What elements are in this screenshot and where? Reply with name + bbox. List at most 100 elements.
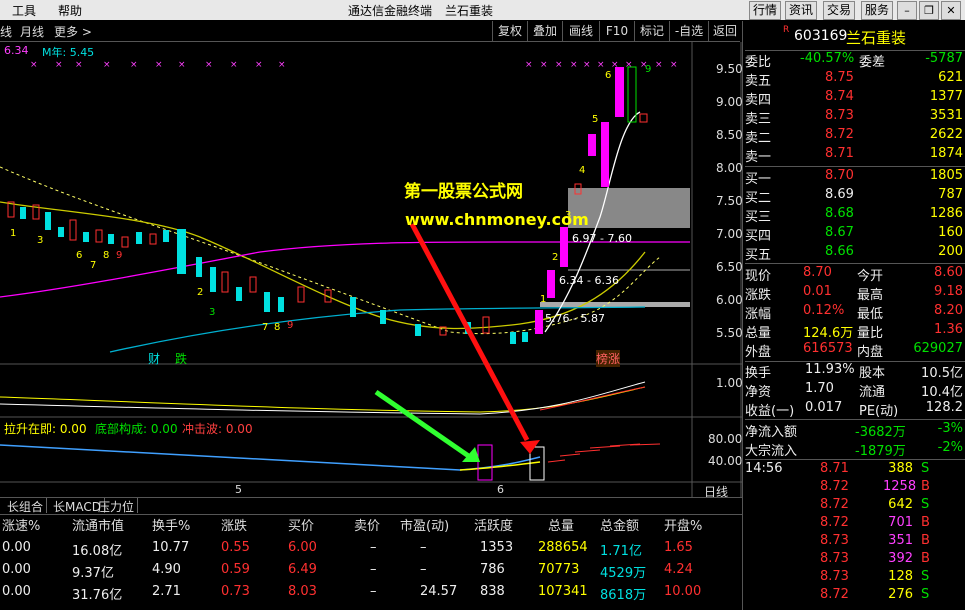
- table-cell: 6.49: [288, 562, 317, 577]
- orderbook-row[interactable]: 买四 8.67 160: [745, 225, 965, 244]
- col-header[interactable]: 总量: [548, 515, 574, 534]
- close-icon[interactable]: ✕: [941, 1, 961, 20]
- col-header[interactable]: 卖价: [354, 515, 380, 534]
- event-label-finance[interactable]: 财: [148, 350, 160, 367]
- table-cell: 4529万: [600, 566, 647, 581]
- stat-row: 净资 1.70 流通 10.4亿: [745, 381, 965, 400]
- table-cell: 786: [480, 562, 505, 577]
- service-button[interactable]: 服务: [861, 1, 893, 20]
- ma-label-1: 6.34: [4, 44, 29, 57]
- orderbook-row[interactable]: 卖四 8.74 1377: [745, 89, 965, 108]
- stat-label: 内盘: [857, 345, 884, 360]
- price-axis: 9.50 9.00 8.50 8.00 7.50 7.00 6.50 6.00 …: [716, 53, 743, 350]
- table-cell: 31.76亿: [72, 588, 123, 603]
- col-header[interactable]: 买价: [288, 515, 314, 534]
- event-label-rise[interactable]: 榜涨: [596, 350, 621, 367]
- col-header[interactable]: 开盘%: [664, 515, 702, 534]
- restore-icon[interactable]: ❐: [919, 1, 939, 20]
- event-label-drop[interactable]: 跌: [175, 350, 187, 367]
- svg-text:×: ×: [30, 60, 38, 70]
- table-row[interactable]: 0.00 31.76亿 2.71 0.73 8.03 – 24.57 838 107341 861…: [0, 582, 742, 603]
- table-cell: 288654: [538, 540, 588, 555]
- orderbook-row[interactable]: 卖二 8.72 2622: [745, 127, 965, 146]
- tick-side: S: [921, 569, 930, 584]
- price-tick: 6.50: [716, 260, 743, 274]
- stock-name: 兰石重装: [846, 29, 907, 47]
- svg-text:×: ×: [130, 60, 138, 70]
- flow-label: 净流入额: [745, 425, 798, 440]
- draw-button[interactable]: 画线: [562, 21, 599, 41]
- col-header[interactable]: 涨跌: [221, 515, 247, 534]
- count-label: 4: [579, 165, 586, 176]
- weibi-label: 委比: [745, 55, 772, 70]
- watermark-url: www.chnmoney.com: [405, 210, 589, 229]
- tick-side: B: [921, 533, 930, 548]
- price-tick: 7.50: [716, 194, 743, 208]
- indicator-label-a: 拉升在即: 0.00: [4, 422, 87, 436]
- stat-value: 8.20: [934, 303, 963, 318]
- table-cell: –: [420, 562, 427, 577]
- orderbook-volume: 621: [938, 70, 963, 85]
- orderbook-row[interactable]: 买三 8.68 1286: [745, 206, 965, 225]
- orderbook-row[interactable]: 卖一 8.71 1874: [745, 146, 965, 165]
- tick-volume: 1258: [883, 479, 917, 494]
- tab-long-combo[interactable]: 长组合: [4, 498, 48, 514]
- stat-row: 收益(一) 0.017 PE(动) 128.2: [745, 400, 965, 419]
- menu-help[interactable]: 帮助: [58, 2, 82, 19]
- orderbook-row[interactable]: 卖五 8.75 621: [745, 70, 965, 89]
- orderbook-row[interactable]: 卖三 8.73 3531: [745, 108, 965, 127]
- orderbook-row[interactable]: 买二 8.69 787: [745, 187, 965, 206]
- weibi-value: -40.57%: [800, 51, 855, 66]
- period-month[interactable]: 月线: [20, 23, 44, 40]
- svg-text:×: ×: [570, 60, 578, 70]
- trade-button[interactable]: 交易: [823, 1, 855, 20]
- col-header[interactable]: 流通市值: [72, 515, 124, 534]
- table-cell: 0.00: [2, 584, 31, 599]
- orderbook-row[interactable]: 买五 8.66 200: [745, 244, 965, 263]
- stat-value: 10.4亿: [921, 385, 963, 400]
- table-cell: 4.90: [152, 562, 181, 577]
- table-row[interactable]: 0.00 16.08亿 10.77 0.55 6.00 – – 1353 288654 1.71亿…: [0, 538, 742, 559]
- indicator-label-c: 冲击波: 0.00: [182, 422, 253, 436]
- overlay-button[interactable]: 叠加: [527, 21, 562, 41]
- adjust-button[interactable]: 复权: [492, 21, 527, 41]
- stat-value: 11.93%: [805, 362, 855, 377]
- orderbook-label: 卖一: [745, 150, 772, 165]
- f10-button[interactable]: F10: [599, 21, 634, 41]
- orderbook-row[interactable]: 买一 8.70 1805: [745, 168, 965, 187]
- stat-value: 124.6万: [803, 326, 854, 341]
- count-label: 9: [116, 250, 123, 261]
- tick-volume: 642: [888, 497, 913, 512]
- stat-value: 8.70: [803, 265, 832, 280]
- back-button[interactable]: 返回: [708, 21, 741, 41]
- period-line[interactable]: 线: [0, 23, 12, 40]
- add-watchlist-button[interactable]: -自选: [669, 21, 708, 41]
- weicha-value: -5787: [925, 51, 963, 66]
- col-header[interactable]: 换手%: [152, 515, 190, 534]
- tick-side: B: [921, 515, 930, 530]
- green-arrow: [374, 389, 472, 460]
- quote-button[interactable]: 行情: [749, 1, 781, 20]
- sub2-yellow-line: [459, 461, 541, 471]
- svg-text:×: ×: [525, 60, 533, 70]
- table-cell: 1.71亿: [600, 544, 642, 559]
- orderbook-volume: 1874: [929, 146, 963, 161]
- col-header[interactable]: 活跃度: [474, 515, 513, 534]
- col-header[interactable]: 总金额: [600, 515, 639, 534]
- col-header[interactable]: 涨速%: [2, 515, 40, 534]
- tab-pressure[interactable]: 压力位: [95, 498, 139, 514]
- tick-price: 8.72: [820, 515, 849, 530]
- table-row[interactable]: 0.00 9.37亿 4.90 0.59 6.49 – – 786 70773 4529万 4.24: [0, 560, 742, 581]
- minimize-icon[interactable]: –: [897, 1, 917, 20]
- count-label: 9: [287, 320, 294, 331]
- stat-label: 今开: [857, 269, 884, 284]
- news-button[interactable]: 资讯: [785, 1, 817, 20]
- orderbook-label: 卖四: [745, 93, 772, 108]
- tick-time: 14:56: [745, 461, 783, 476]
- table-cell: 10.77: [152, 540, 190, 555]
- col-header[interactable]: 市盈(动): [400, 515, 449, 534]
- menu-tools[interactable]: 工具: [12, 2, 36, 19]
- period-more[interactable]: 更多 >: [54, 23, 92, 40]
- tick-row: 14:56 8.71 388 S: [745, 461, 965, 480]
- mark-button[interactable]: 标记: [634, 21, 669, 41]
